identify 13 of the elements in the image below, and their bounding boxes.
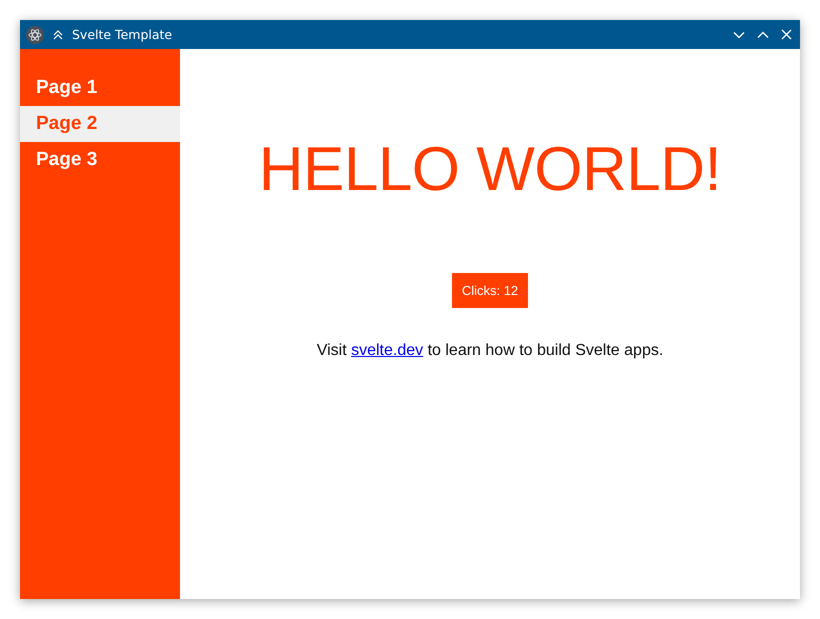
clicks-button[interactable]: Clicks: 12: [452, 273, 528, 308]
visit-text: Visit svelte.dev to learn how to build Svelte apps.: [316, 342, 664, 360]
maximize-icon[interactable]: [757, 30, 769, 38]
window-title: Svelte Template: [72, 27, 172, 42]
svelte-link[interactable]: svelte.dev: [351, 342, 424, 359]
atom-icon: [26, 26, 44, 44]
sidebar-item[interactable]: Page 1: [20, 70, 180, 106]
heading: HELLO WORLD!: [258, 134, 722, 206]
minimize-icon[interactable]: [733, 30, 745, 38]
sidebar-item[interactable]: Page 3: [20, 142, 180, 178]
close-icon[interactable]: [781, 29, 792, 40]
keep-above-icon[interactable]: [52, 28, 64, 40]
sidebar-item[interactable]: Page 2: [20, 106, 180, 142]
